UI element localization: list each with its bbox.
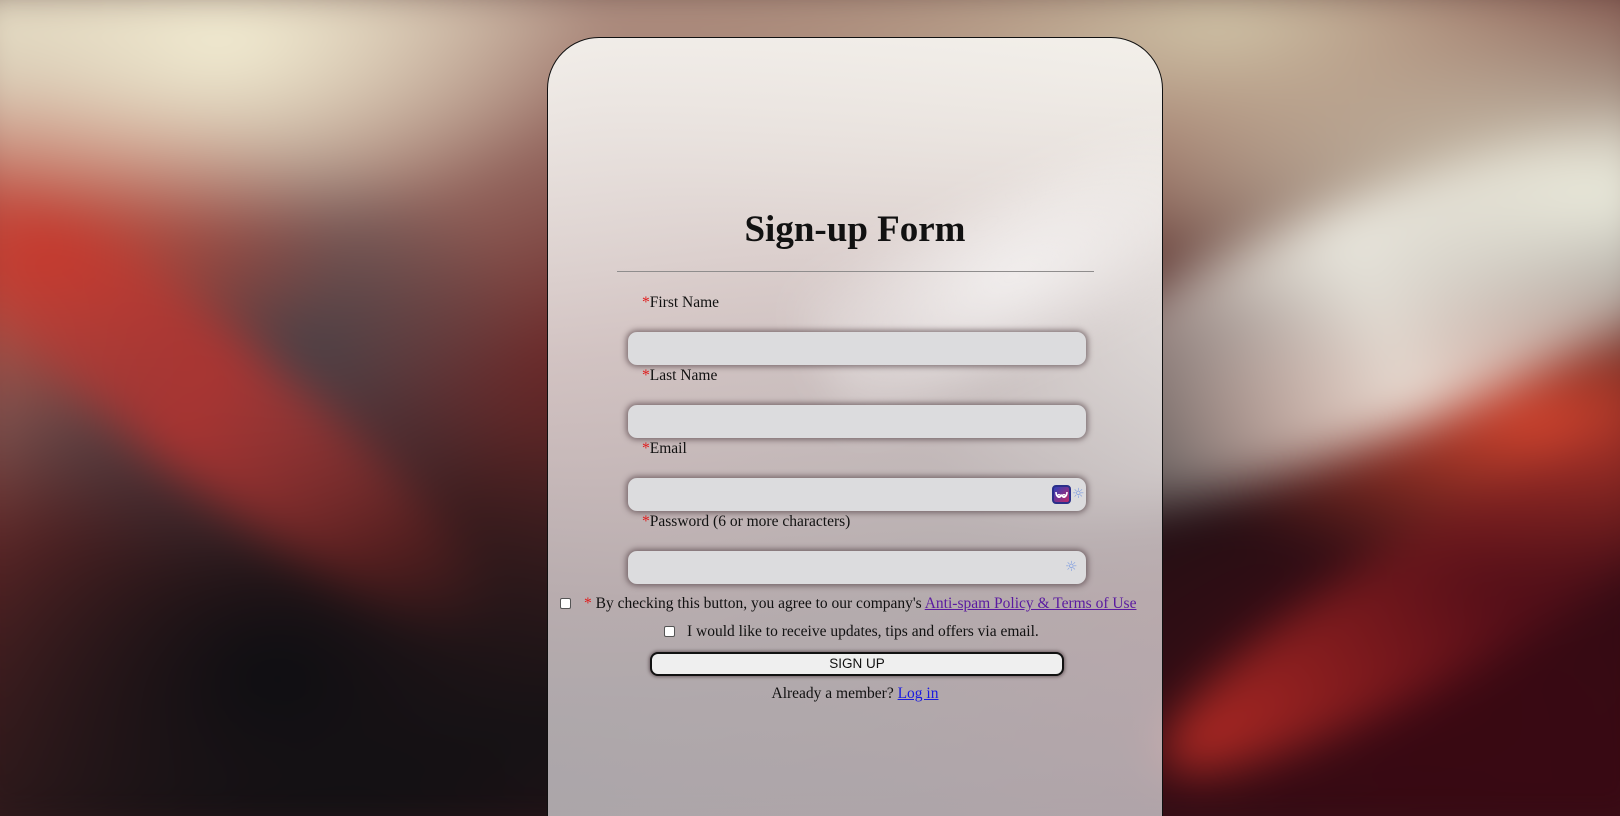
title-divider: [617, 271, 1094, 272]
email-input[interactable]: [628, 478, 1086, 511]
sign-up-button[interactable]: SIGN UP: [650, 652, 1064, 676]
terms-text: * By checking this button, you agree to …: [584, 595, 1137, 612]
updates-text: I would like to receive updates, tips an…: [687, 623, 1039, 640]
password-input[interactable]: [628, 551, 1086, 584]
first-name-input[interactable]: [628, 332, 1086, 365]
terms-link[interactable]: Anti-spam Policy & Terms of Use: [925, 595, 1137, 612]
sparkle-icon[interactable]: ☼: [1072, 487, 1086, 501]
login-link[interactable]: Log in: [898, 685, 939, 702]
required-marker: *: [642, 294, 650, 311]
sparkle-icon[interactable]: ☼: [1065, 560, 1079, 574]
bitwarden-icon[interactable]: [1052, 485, 1071, 504]
signup-card: Sign-up Form *First Name *Last Name *Ema…: [547, 37, 1163, 816]
terms-checkbox[interactable]: [560, 598, 571, 609]
last-name-input[interactable]: [628, 405, 1086, 438]
required-marker: *: [642, 513, 650, 530]
first-name-label: *First Name: [642, 294, 720, 311]
login-prompt: Already a member? Log in: [771, 685, 939, 702]
last-name-label: *Last Name: [642, 367, 718, 384]
page-title: Sign-up Form: [744, 209, 966, 250]
password-label: *Password (6 or more characters): [642, 513, 851, 530]
required-marker: *: [642, 440, 650, 457]
email-label: *Email: [642, 440, 687, 457]
updates-checkbox[interactable]: [664, 626, 675, 637]
required-marker: *: [642, 367, 650, 384]
